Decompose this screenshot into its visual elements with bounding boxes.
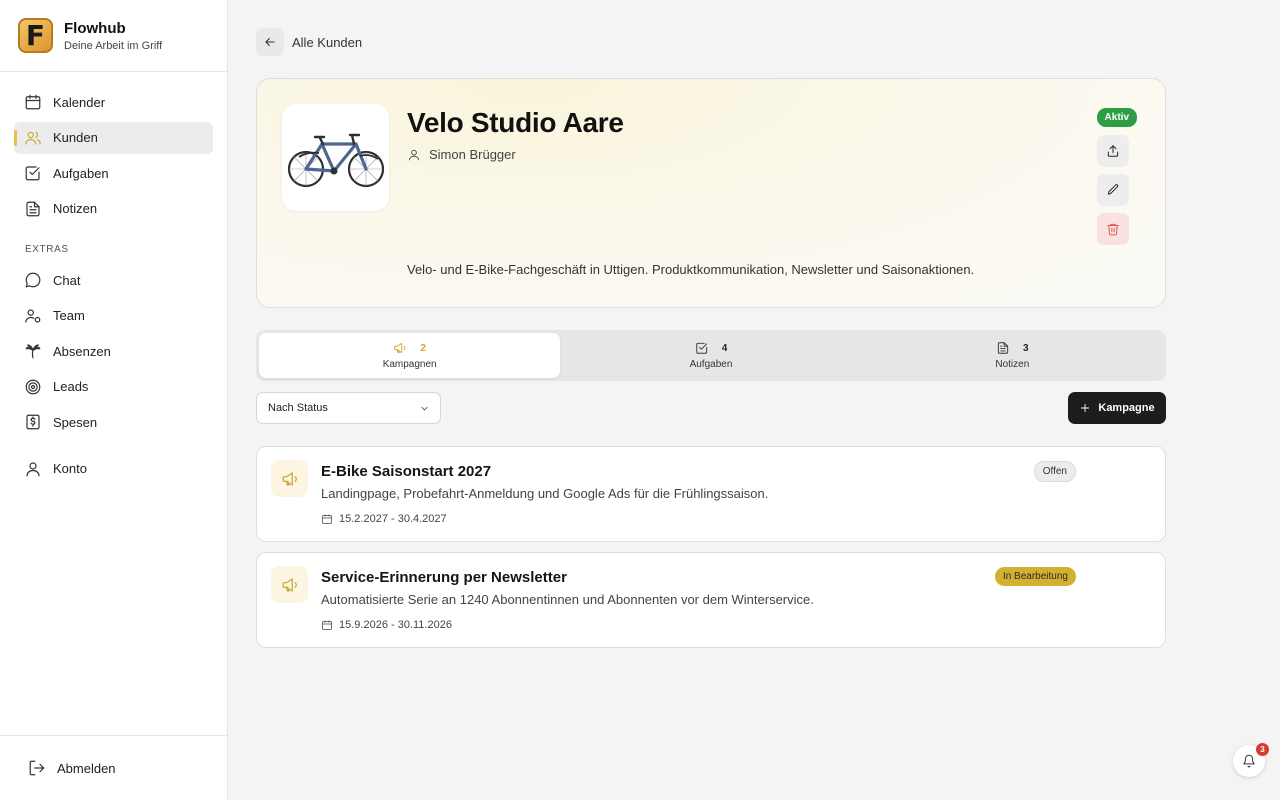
campaign-description: Landingpage, Probefahrt-Anmeldung und Go…: [321, 486, 769, 501]
add-campaign-button[interactable]: Kampagne: [1068, 392, 1166, 424]
client-image: [282, 104, 389, 211]
campaign-date-range: 15.9.2026 - 30.11.2026: [339, 619, 452, 631]
status-filter-select[interactable]: Nach Status: [256, 392, 441, 424]
calendar-icon: [322, 514, 332, 524]
sidebar-item-label: Aufgaben: [53, 165, 109, 181]
brand: F Flowhub Deine Arbeit im Griff: [0, 0, 227, 72]
sidebar-item-team[interactable]: Team: [14, 300, 213, 332]
user-icon: [408, 149, 420, 160]
megaphone-icon: [282, 471, 297, 486]
target-icon: [24, 378, 42, 396]
export-button[interactable]: [1097, 135, 1129, 167]
calendar-icon: [322, 620, 332, 630]
app-name: Flowhub: [64, 19, 126, 37]
sidebar-item-kalender[interactable]: Kalender: [14, 86, 213, 118]
tab-count: 2: [420, 342, 426, 354]
pencil-icon: [1107, 184, 1119, 195]
edit-button[interactable]: [1097, 174, 1129, 206]
arrow-left-icon: [265, 37, 275, 47]
tab-kampagnen[interactable]: 2 Kampagnen: [259, 333, 561, 378]
sidebar-item-kunden[interactable]: Kunden: [14, 121, 213, 154]
tab-aufgaben[interactable]: 4 Aufgaben: [560, 333, 861, 378]
document-icon: [24, 200, 42, 218]
team-icon: [24, 307, 42, 325]
megaphone-icon: [394, 342, 406, 354]
checkbox-icon: [695, 342, 707, 354]
tab-label: Aufgaben: [689, 359, 733, 370]
back-button[interactable]: [256, 28, 284, 56]
campaign-title: E-Bike Saisonstart 2027: [321, 463, 492, 480]
campaign-description: Automatisierte Serie an 1240 Abonnentinn…: [321, 592, 814, 607]
sidebar: F Flowhub Deine Arbeit im Griff Kalender…: [0, 0, 228, 800]
campaign-status-badge: Offen: [1033, 461, 1076, 482]
campaign-status-badge: In Bearbeitung: [994, 567, 1076, 586]
sidebar-item-spesen[interactable]: Spesen: [14, 406, 213, 438]
client-description: Velo- und E-Bike-Fachgeschäft in Uttigen…: [407, 262, 975, 277]
sidebar-item-aufgaben[interactable]: Aufgaben: [14, 157, 213, 189]
campaign-card[interactable]: Service-Erinnerung per Newsletter Automa…: [256, 552, 1166, 648]
sidebar-item-label: Chat: [53, 272, 81, 288]
campaign-date-range: 15.2.2027 - 30.4.2027: [339, 513, 447, 525]
add-campaign-label: Kampagne: [1098, 402, 1155, 414]
sidebar-item-label: Team: [53, 308, 85, 323]
palm-tree-icon: [24, 342, 42, 360]
tab-bar: 2 Kampagnen 4 Aufgaben 3 Notizen: [256, 330, 1166, 381]
document-icon: [997, 342, 1009, 354]
tab-count: 3: [1023, 342, 1029, 354]
chat-icon: [24, 271, 42, 289]
tab-count: 4: [721, 342, 728, 354]
logo-letter: F: [25, 18, 46, 52]
sidebar-item-label: Leads: [53, 379, 89, 394]
tab-label: Notizen: [995, 359, 1030, 370]
main-nav: Kalender Kunden Aufgaben Notizen EXTRAS …: [0, 72, 227, 485]
status-badge: Aktiv: [1096, 108, 1137, 127]
receipt-icon: [24, 413, 42, 431]
sidebar-item-absenzen[interactable]: Absenzen: [14, 335, 213, 367]
user-icon: [24, 460, 42, 478]
bell-icon: [1243, 754, 1255, 768]
upload-icon: [1107, 145, 1119, 157]
sidebar-item-notizen[interactable]: Notizen: [14, 193, 213, 225]
app-logo[interactable]: F: [18, 18, 53, 53]
sidebar-item-label: Notizen: [53, 201, 98, 216]
plus-icon: [1081, 404, 1090, 412]
sidebar-item-label: Konto: [53, 461, 87, 476]
client-name: Velo Studio Aare: [407, 107, 624, 138]
checkbox-icon: [24, 164, 42, 182]
sidebar-item-label: Kunden: [53, 130, 98, 145]
tab-notizen[interactable]: 3 Notizen: [862, 333, 1163, 378]
notification-count-badge: 3: [1256, 743, 1269, 756]
campaign-dates: 15.2.2027 - 30.4.2027: [321, 513, 447, 525]
sidebar-item-konto[interactable]: Konto: [14, 453, 213, 485]
app-tagline: Deine Arbeit im Griff: [64, 39, 163, 52]
client-header-card: Velo Studio Aare Simon Brügger Velo- und…: [256, 78, 1166, 308]
sidebar-item-label: Kalender: [53, 94, 106, 110]
logout-label: Abmelden: [57, 760, 116, 776]
campaign-card[interactable]: E-Bike Saisonstart 2027 Landingpage, Pro…: [256, 446, 1166, 542]
trash-icon: [1107, 223, 1119, 236]
sidebar-item-label: Spesen: [53, 414, 98, 430]
campaign-icon: [271, 566, 308, 603]
calendar-icon: [24, 93, 42, 111]
notifications-button[interactable]: 3: [1233, 743, 1269, 777]
sidebar-item-chat[interactable]: Chat: [14, 264, 213, 296]
sidebar-item-label: Absenzen: [53, 343, 111, 359]
delete-button[interactable]: [1097, 213, 1129, 245]
users-icon: [24, 129, 42, 147]
campaign-title: Service-Erinnerung per Newsletter: [321, 569, 567, 586]
logout-icon: [29, 760, 45, 776]
tab-label: Kampagnen: [382, 359, 437, 370]
logout-button[interactable]: Abmelden: [0, 735, 227, 800]
bicycle-icon: [287, 133, 384, 187]
campaign-icon: [271, 460, 308, 497]
chevron-down-icon: [421, 406, 428, 410]
filter-value: Nach Status: [268, 402, 328, 414]
client-contact: Simon Brügger: [407, 147, 516, 162]
extras-section-label: EXTRAS: [25, 244, 69, 255]
contact-name: Simon Brügger: [429, 147, 516, 162]
breadcrumb[interactable]: Alle Kunden: [292, 35, 362, 50]
sidebar-item-leads[interactable]: Leads: [14, 371, 213, 403]
megaphone-icon: [282, 577, 297, 592]
campaign-dates: 15.9.2026 - 30.11.2026: [321, 619, 452, 631]
